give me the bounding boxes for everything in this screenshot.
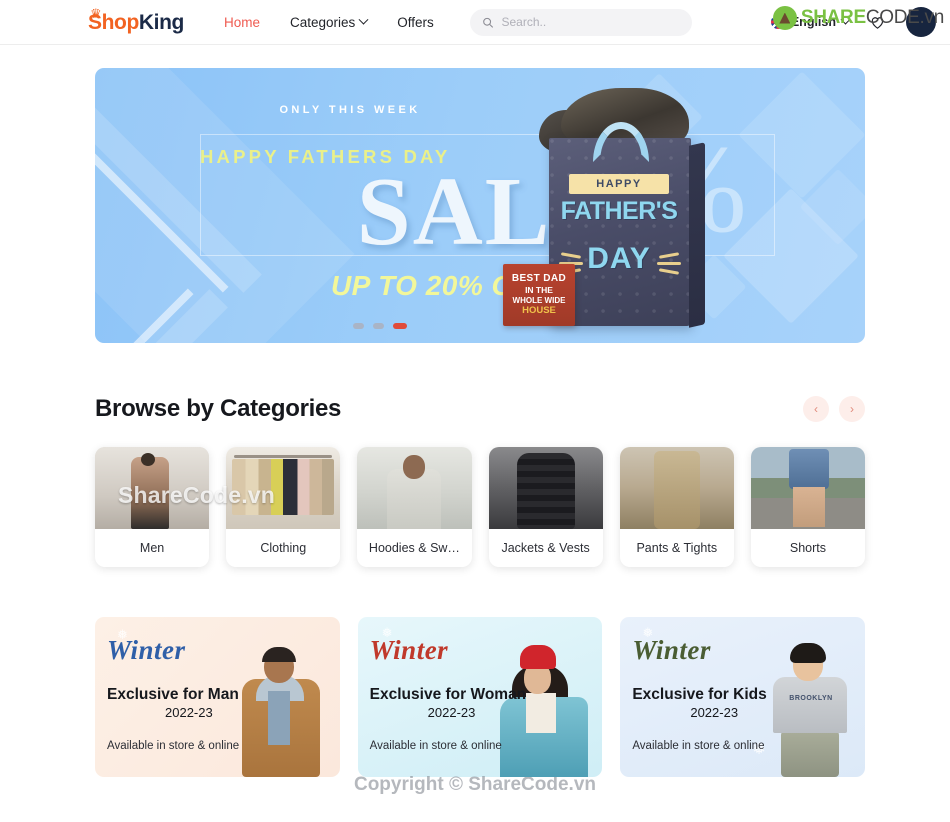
- main-nav: Home Categories Offers: [224, 14, 434, 30]
- nav-item-home-label: Home: [223, 14, 260, 30]
- crown-icon: ♛: [90, 5, 102, 21]
- gift-bag-tag: HAPPY: [569, 174, 669, 194]
- category-label: Jackets & Vests: [501, 541, 590, 555]
- category-label: Shorts: [789, 541, 827, 555]
- uk-flag-icon: [770, 15, 785, 29]
- nav-item-offers[interactable]: Offers: [397, 15, 434, 30]
- language-label: English: [790, 15, 836, 29]
- promo-title: Exclusive for Man: [107, 686, 239, 703]
- category-label: Men: [139, 541, 165, 555]
- search-box[interactable]: [469, 8, 692, 36]
- category-image: [619, 447, 734, 529]
- category-image: [95, 447, 210, 529]
- chevron-down-icon: [840, 14, 851, 25]
- best-dad-line4: HOUSE: [522, 305, 556, 317]
- banner-eyebrow: ONLY THIS WEEK: [279, 104, 421, 116]
- nav-item-offers-label: Offers: [397, 14, 434, 30]
- carousel-dots: [95, 323, 865, 329]
- promo-year: 2022-23: [427, 705, 476, 720]
- chevron-down-icon: [358, 14, 369, 25]
- promo-cards: Winter Exclusive for Man 2022-23 Availab…: [0, 567, 950, 777]
- category-card-pants[interactable]: Pants & Tights: [619, 447, 734, 567]
- carousel-dot-3[interactable]: [393, 323, 407, 329]
- logo-text-king: King: [138, 10, 184, 34]
- logo-shopking[interactable]: ♛ ShopKing: [88, 7, 184, 34]
- promo-subtitle: Available in store & online: [107, 740, 240, 752]
- ray-decor: [657, 262, 681, 265]
- best-dad-sign: BEST DAD IN THE WHOLE WIDE HOUSE: [503, 264, 575, 326]
- category-card-clothing[interactable]: Clothing: [226, 447, 341, 567]
- wishlist-button[interactable]: [869, 14, 886, 31]
- nav-item-categories[interactable]: Categories: [289, 14, 369, 30]
- categories-grid: Men Clothing Hoodies & Sw… Jackets & Ves…: [0, 423, 950, 567]
- hero-banner[interactable]: % ONLY THIS WEEK HAPPY FATHERS DAY SALE …: [95, 68, 865, 343]
- promo-script-label: Winter: [632, 635, 711, 665]
- category-card-hoodies[interactable]: Hoodies & Sw…: [357, 447, 472, 567]
- gift-bag-illustration: HAPPY FATHER'S DAY BEST DAD IN THE WHOLE…: [503, 88, 743, 343]
- nav-item-home[interactable]: Home: [224, 15, 260, 30]
- header-right-tools: English: [770, 7, 936, 37]
- category-image: [488, 447, 603, 529]
- carousel-dot-2[interactable]: [373, 323, 384, 329]
- category-card-jackets[interactable]: Jackets & Vests: [488, 447, 603, 567]
- promo-year: 2022-23: [690, 705, 739, 720]
- search-icon: [482, 17, 493, 28]
- categories-prev-button[interactable]: ‹: [803, 396, 829, 422]
- categories-carousel-controls: ‹ ›: [803, 396, 865, 422]
- categories-title: Browse by Categories: [95, 395, 342, 422]
- category-image: [750, 447, 866, 529]
- footer-watermark: Copyright © ShareCode.vn: [353, 774, 597, 795]
- gift-bag-side: [689, 142, 705, 328]
- promo-card-man[interactable]: Winter Exclusive for Man 2022-23 Availab…: [95, 617, 340, 777]
- promo-title: Exclusive for Woman: [369, 686, 527, 703]
- category-image: [357, 447, 472, 529]
- category-image: [226, 447, 341, 529]
- categories-header: Browse by Categories ‹ ›: [0, 343, 950, 423]
- account-avatar[interactable]: [906, 7, 936, 37]
- search-input[interactable]: [501, 15, 680, 29]
- category-label: Hoodies & Sw…: [368, 541, 460, 555]
- promo-title: Exclusive for Kids: [632, 686, 767, 703]
- promo-year: 2022-23: [165, 705, 213, 720]
- best-dad-line1: BEST DAD: [511, 273, 567, 285]
- promo-card-kids[interactable]: Winter Exclusive for Kids 2022-23 Availa…: [620, 617, 866, 777]
- promo-card-woman[interactable]: Winter Exclusive for Woman 2022-23 Avail…: [357, 617, 603, 777]
- category-card-men[interactable]: Men: [95, 447, 210, 567]
- hero-banner-wrap: % ONLY THIS WEEK HAPPY FATHERS DAY SALE …: [0, 45, 950, 343]
- promo-subtitle: Available in store & online: [369, 740, 502, 752]
- promo-script-label: Winter: [369, 635, 449, 665]
- nav-item-categories-label: Categories: [289, 14, 356, 30]
- gift-bag-line1: FATHER'S: [560, 197, 678, 225]
- promo-script-label: Winter: [107, 635, 186, 665]
- best-dad-line2: IN THE: [525, 285, 553, 296]
- heart-icon: [871, 16, 884, 29]
- category-card-shorts[interactable]: Shorts: [750, 447, 866, 567]
- categories-next-button[interactable]: ›: [839, 396, 865, 422]
- language-selector[interactable]: English: [770, 14, 851, 29]
- category-label: Pants & Tights: [636, 541, 718, 555]
- promo-subtitle: Available in store & online: [632, 740, 765, 752]
- carousel-dot-1[interactable]: [353, 323, 364, 329]
- best-dad-line3: WHOLE WIDE: [512, 295, 566, 305]
- category-label: Clothing: [260, 541, 307, 555]
- site-header: ♛ ShopKing Home Categories Offers Englis…: [0, 0, 950, 45]
